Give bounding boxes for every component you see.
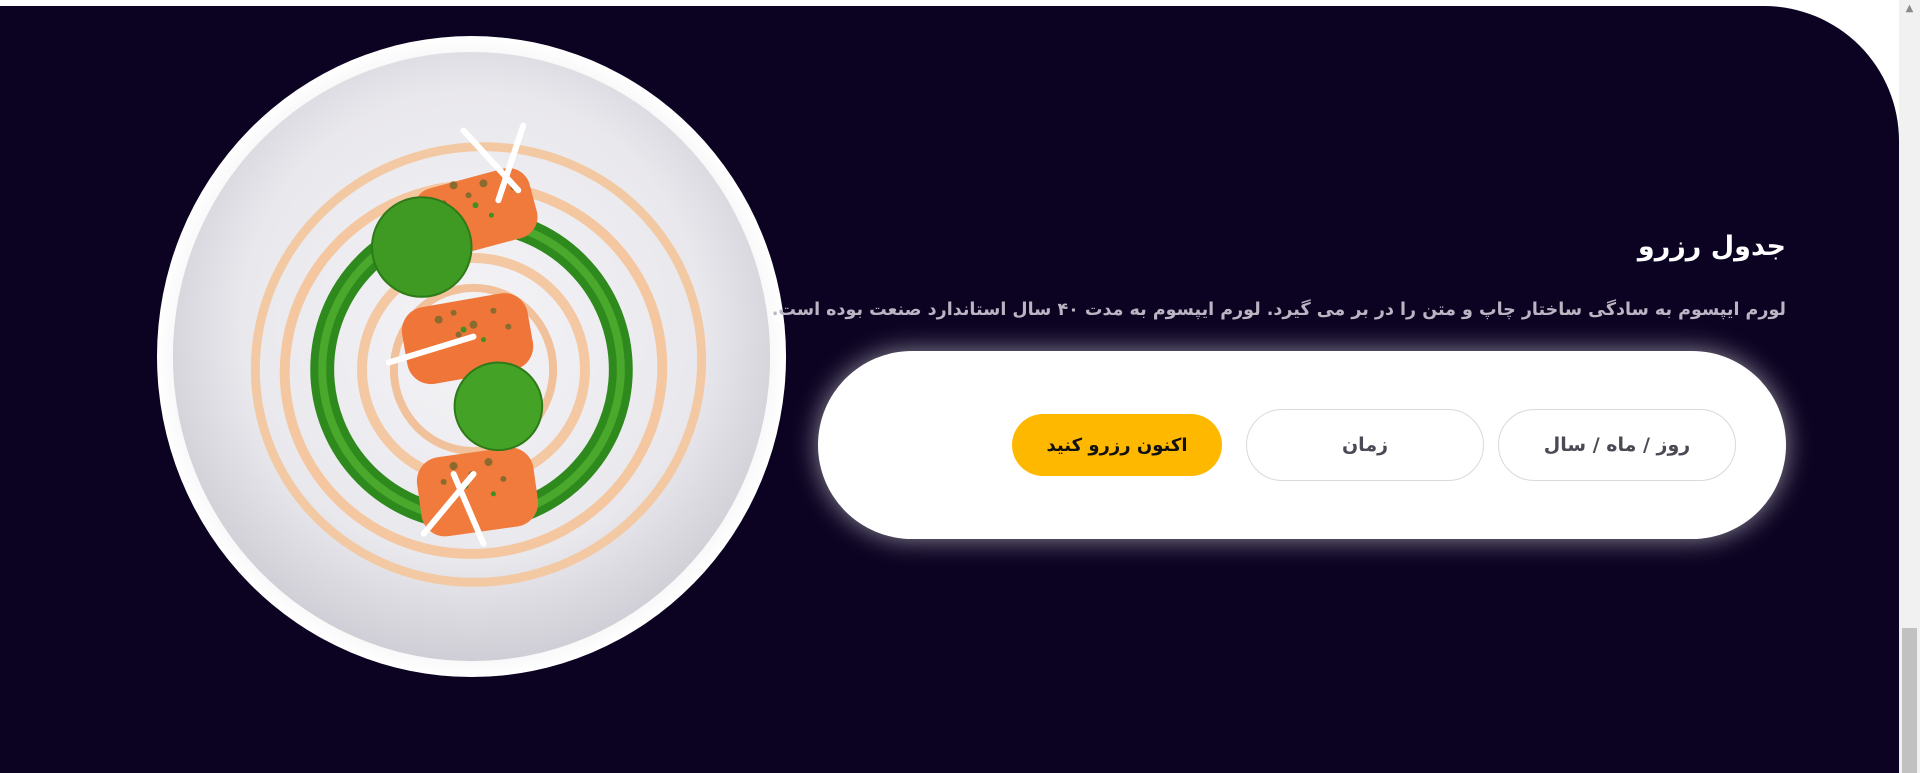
reservation-section: جدول رزرو لورم ایپسوم به سادگی ساختار چا… — [0, 6, 1899, 773]
page: جدول رزرو لورم ایپسوم به سادگی ساختار چا… — [0, 0, 1920, 773]
reservation-title: جدول رزرو — [1637, 231, 1786, 262]
food-plate-image — [155, 36, 792, 683]
reservation-description: لورم ایپسوم به سادگی ساختار چاپ و متن را… — [771, 300, 1786, 320]
scrollbar-thumb[interactable] — [1902, 628, 1917, 773]
date-input[interactable]: روز / ماه / سال — [1498, 409, 1736, 481]
reservation-form-card: روز / ماه / سال زمان اکنون رزرو کنید — [818, 351, 1786, 539]
reserve-now-button[interactable]: اکنون رزرو کنید — [1012, 414, 1222, 476]
page-scrollbar[interactable]: ▲ — [1899, 0, 1920, 773]
caret-up-icon[interactable]: ▲ — [1899, 0, 1920, 17]
time-input[interactable]: زمان — [1246, 409, 1484, 481]
